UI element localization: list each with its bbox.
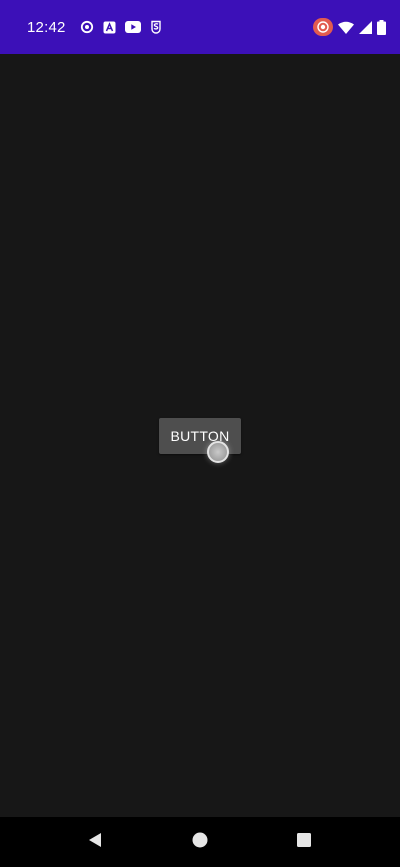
touch-indicator	[207, 441, 229, 463]
system-icons	[313, 18, 386, 36]
cast-recording-icon	[313, 18, 333, 36]
signal-icon	[359, 20, 372, 34]
settings-circle-icon	[80, 20, 94, 34]
status-bar: 12:42	[0, 0, 400, 54]
back-button[interactable]	[65, 817, 125, 867]
wifi-icon	[338, 21, 354, 34]
main-content: BUTTON	[0, 54, 400, 817]
recents-button[interactable]	[274, 817, 334, 867]
battery-icon	[377, 19, 386, 35]
home-icon	[192, 832, 208, 853]
notification-icons	[80, 20, 162, 34]
status-time: 12:42	[27, 18, 66, 36]
navigation-bar	[0, 817, 400, 867]
recents-icon	[296, 832, 312, 853]
phone-screen: 12:42 BUTTON	[0, 0, 400, 867]
back-icon	[87, 832, 103, 853]
youtube-icon	[124, 21, 141, 33]
s-badge-icon	[150, 20, 162, 34]
text-a-icon	[103, 21, 116, 34]
home-button[interactable]	[170, 817, 230, 867]
